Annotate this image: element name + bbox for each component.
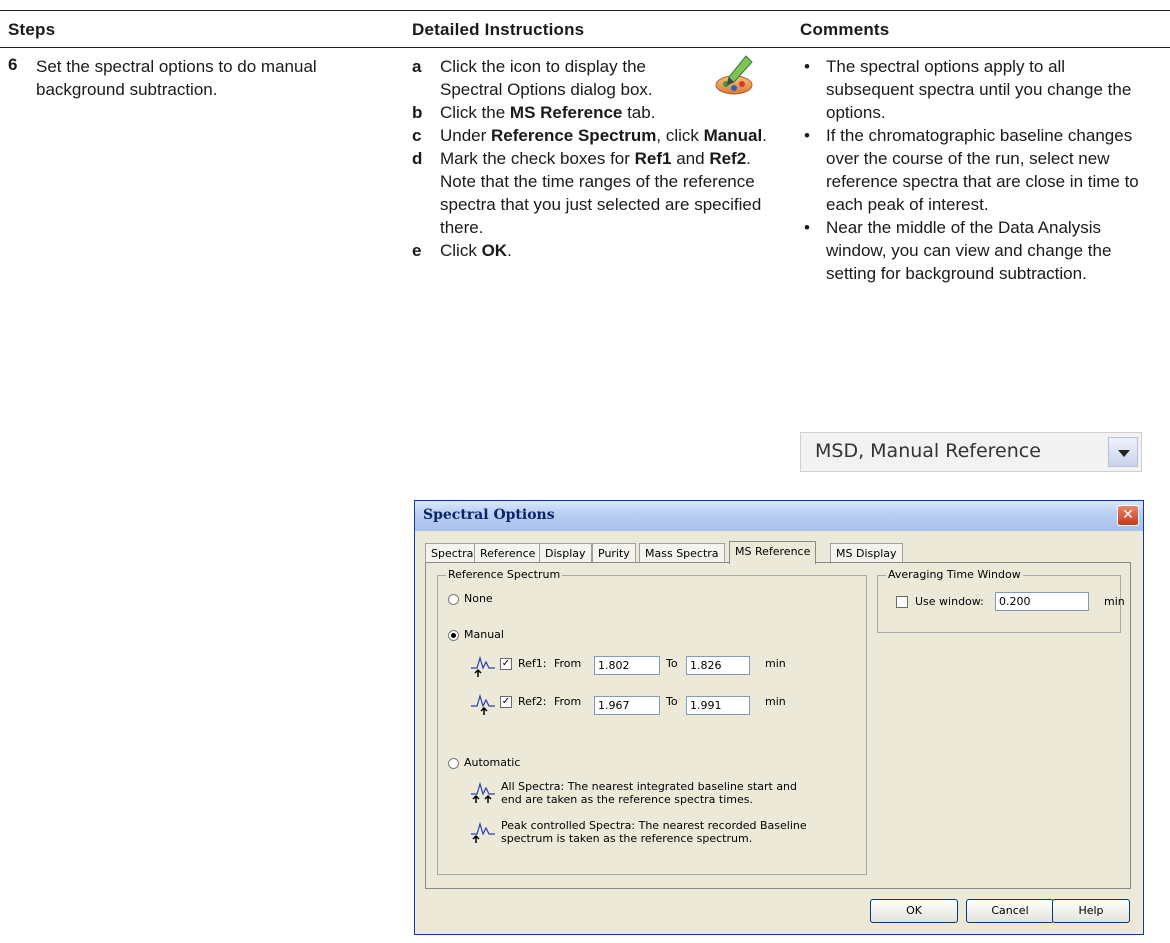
instruction-text: tab. <box>622 103 656 122</box>
instruction-b: b Click the MS Reference tab. <box>412 101 784 124</box>
instruction-letter: d <box>412 149 423 168</box>
peak-controlled-icon <box>471 822 495 843</box>
steps-header: Steps <box>8 20 56 39</box>
comment-1: • The spectral options apply to all subs… <box>800 55 1150 124</box>
instruction-a: a Click the icon to display the Spectral… <box>412 55 706 101</box>
use-window-label: Use window: <box>915 595 984 608</box>
group-title: Averaging Time Window <box>886 568 1023 581</box>
peak-controlled-text-2: spectrum is taken as the reference spect… <box>501 832 753 845</box>
step-number: 6 <box>8 55 18 74</box>
group-title: Reference Spectrum <box>446 568 563 581</box>
instruction-d: d Mark the check boxes for Ref1 and Ref2… <box>412 147 784 239</box>
instruction-bold: Ref1 <box>634 149 672 168</box>
bullet-icon: • <box>804 126 810 145</box>
spectral-options-dialog: Spectral Options ✕ Spectra Reference Dis… <box>414 500 1144 935</box>
instruction-text: . <box>762 126 767 145</box>
instruction-bold: MS Reference <box>509 103 623 122</box>
ref1-from-label: From <box>554 657 582 670</box>
ref2-from-label: From <box>554 695 582 708</box>
reference-spectrum-group: Reference Spectrum None Manual ✓ Ref1: F… <box>437 568 867 875</box>
help-button[interactable]: Help <box>1052 899 1130 923</box>
use-window-unit: min <box>1104 595 1125 608</box>
averaging-group: Averaging Time Window Use window: 0.200 … <box>877 568 1125 633</box>
ok-button[interactable]: OK <box>870 899 958 923</box>
ref2-unit: min <box>765 695 786 708</box>
ref1-checkbox[interactable]: ✓ <box>500 658 512 670</box>
instruction-text: and <box>671 149 710 168</box>
use-window-checkbox[interactable] <box>896 596 908 608</box>
none-radio[interactable] <box>448 594 459 605</box>
ref2-peak-icon <box>471 694 495 715</box>
tab-display[interactable]: Display <box>539 543 592 562</box>
ref1-to-field[interactable]: 1.826 <box>686 656 750 675</box>
ref1-label: Ref1: <box>518 657 547 670</box>
instruction-text: Click the icon to display the Spectral O… <box>440 57 653 99</box>
instruction-bold: Ref2 <box>709 149 747 168</box>
none-label: None <box>464 592 493 605</box>
manual-label: Manual <box>464 628 504 641</box>
manual-radio[interactable] <box>448 630 459 641</box>
instruction-bold: Reference Spectrum <box>491 126 657 145</box>
all-spectra-peak-icon <box>471 782 495 803</box>
bullet-icon: • <box>804 57 810 76</box>
ms-reference-panel: Reference Spectrum None Manual ✓ Ref1: F… <box>425 562 1131 889</box>
ref1-peak-icon <box>471 656 495 677</box>
top-rule <box>0 10 1170 11</box>
instruction-letter: b <box>412 103 423 122</box>
instruction-letter: e <box>412 241 422 260</box>
comment-text: If the chromatographic baseline changes … <box>826 126 1139 214</box>
automatic-label: Automatic <box>464 756 521 769</box>
header-rule <box>0 47 1170 48</box>
dialog-titlebar: Spectral Options ✕ <box>415 501 1143 531</box>
combo-value: MSD, Manual Reference <box>815 440 1041 462</box>
dropdown-arrow-icon[interactable] <box>1108 437 1138 467</box>
ref1-to-label: To <box>666 657 678 670</box>
instruction-letter: a <box>412 57 422 76</box>
all-spectra-text-2: end are taken as the reference spectra t… <box>501 793 753 806</box>
all-spectra-text-1: All Spectra: The nearest integrated base… <box>501 780 798 793</box>
tab-reference[interactable]: Reference <box>474 543 542 562</box>
background-subtraction-combo[interactable]: MSD, Manual Reference <box>800 432 1142 472</box>
tab-purity[interactable]: Purity <box>592 543 636 562</box>
instruction-text: , click <box>656 126 704 145</box>
comment-text: Near the middle of the Data Analysis win… <box>826 218 1112 283</box>
instruction-text: Under <box>440 126 492 145</box>
instruction-text: Click the <box>440 103 510 122</box>
ref2-checkbox[interactable]: ✓ <box>500 696 512 708</box>
comment-3: • Near the middle of the Data Analysis w… <box>800 216 1150 285</box>
ref2-to-label: To <box>666 695 678 708</box>
comments-list: • The spectral options apply to all subs… <box>800 55 1150 285</box>
tab-spectra[interactable]: Spectra <box>425 543 480 562</box>
ref1-unit: min <box>765 657 786 670</box>
instruction-letter: c <box>412 126 422 145</box>
ref2-from-field[interactable]: 1.967 <box>594 696 660 715</box>
comment-text: The spectral options apply to all subseq… <box>826 57 1132 122</box>
tab-mass-spectra[interactable]: Mass Spectra <box>639 543 725 562</box>
step-text: Set the spectral options to do manual ba… <box>36 57 317 99</box>
automatic-radio[interactable] <box>448 758 459 769</box>
instruction-text: . <box>507 241 512 260</box>
tab-ms-reference[interactable]: MS Reference <box>729 541 817 564</box>
ref2-to-field[interactable]: 1.991 <box>686 696 750 715</box>
instruction-bold: OK <box>481 241 508 260</box>
instruction-text: Mark the check boxes for <box>440 149 635 168</box>
instruction-e: e Click OK. <box>412 239 784 262</box>
instruction-text: Click <box>440 241 482 260</box>
tab-ms-display[interactable]: MS Display <box>830 543 903 562</box>
close-icon[interactable]: ✕ <box>1117 505 1139 526</box>
use-window-field[interactable]: 0.200 <box>995 592 1089 611</box>
bullet-icon: • <box>804 218 810 237</box>
spectral-options-icon <box>715 55 753 95</box>
ref2-label: Ref2: <box>518 695 547 708</box>
comment-2: • If the chromatographic baseline change… <box>800 124 1150 216</box>
cancel-button[interactable]: Cancel <box>966 899 1054 923</box>
table-header: Steps Detailed Instructions Comments <box>0 0 1170 48</box>
peak-controlled-text-1: Peak controlled Spectra: The nearest rec… <box>501 819 807 832</box>
comments-header: Comments <box>800 20 890 39</box>
instruction-bold: Manual <box>703 126 763 145</box>
ref1-from-field[interactable]: 1.802 <box>594 656 660 675</box>
instructions-header: Detailed Instructions <box>412 20 585 39</box>
dialog-title: Spectral Options <box>423 507 555 523</box>
instruction-c: c Under Reference Spectrum, click Manual… <box>412 124 784 147</box>
